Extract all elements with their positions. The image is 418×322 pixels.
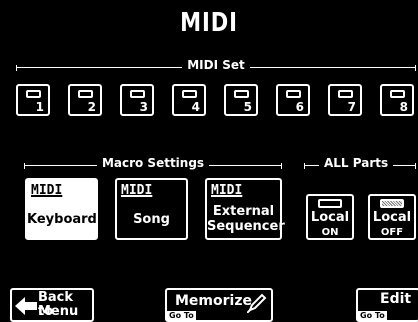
midi-set-button-8[interactable]: 8	[380, 84, 414, 116]
midi-set-number: 6	[295, 100, 304, 114]
memorize-button[interactable]: Memorize Go To	[165, 288, 273, 322]
macro-button-label: Keyboard	[27, 212, 97, 227]
midi-set-number: 7	[347, 100, 356, 114]
midi-set-button-5[interactable]: 5	[224, 84, 258, 116]
led-indicator	[234, 90, 249, 98]
local-on-label: Local ON	[308, 211, 352, 239]
memorize-label: Memorize	[175, 293, 252, 309]
midi-set-button-4[interactable]: 4	[172, 84, 206, 116]
led-indicator	[26, 90, 41, 98]
macro-settings-header: Macro Settings	[24, 156, 283, 170]
page-title: MIDI	[180, 8, 238, 38]
macro-external-sequencer-button[interactable]: MIDI External Sequencer	[205, 178, 285, 240]
led-indicator	[182, 90, 197, 98]
pencil-icon	[247, 293, 267, 313]
local-on-line1: Local	[310, 210, 350, 225]
local-off-label: Local OFF	[370, 211, 414, 239]
local-on-button[interactable]: Local ON	[306, 194, 354, 240]
midi-set-label: MIDI Set	[187, 58, 245, 72]
midi-set-number: 1	[35, 100, 44, 114]
midi-logo-icon: MIDI	[211, 183, 243, 198]
macro-keyboard-button[interactable]: MIDI Keyboard	[25, 178, 98, 240]
edit-label: Edit	[380, 291, 412, 307]
local-on-line2: ON	[321, 227, 339, 238]
midi-set-number: 8	[399, 100, 408, 114]
led-indicator	[78, 90, 93, 98]
led-indicator	[130, 90, 145, 98]
macro-button-label: External Sequencer	[207, 204, 285, 234]
led-indicator	[390, 90, 405, 98]
led-indicator	[380, 199, 404, 208]
edit-button[interactable]: Edit Go To	[356, 288, 418, 322]
macro-settings-label: Macro Settings	[101, 156, 205, 170]
memorize-goto-label: Go To	[167, 311, 196, 320]
edit-goto-label: Go To	[358, 311, 387, 320]
all-parts-label: ALL Parts	[324, 156, 389, 170]
back-to-menu-button[interactable]: Back to Menu	[10, 288, 94, 322]
midi-set-button-7[interactable]: 7	[328, 84, 362, 116]
macro-song-button[interactable]: MIDI Song	[115, 178, 188, 240]
local-off-line2: OFF	[380, 227, 404, 238]
midi-logo-icon: MIDI	[31, 183, 63, 198]
midi-set-number: 2	[87, 100, 96, 114]
midi-set-button-6[interactable]: 6	[276, 84, 310, 116]
led-indicator	[318, 199, 342, 208]
midi-set-number: 5	[243, 100, 252, 114]
led-indicator	[286, 90, 301, 98]
midi-set-button-3[interactable]: 3	[120, 84, 154, 116]
local-off-button[interactable]: Local OFF	[368, 194, 416, 240]
arrow-left-icon	[15, 297, 37, 315]
midi-set-button-2[interactable]: 2	[68, 84, 102, 116]
macro-button-label-line2: Sequencer	[207, 219, 285, 234]
midi-set-number: 3	[139, 100, 148, 114]
midi-set-button-1[interactable]: 1	[16, 84, 50, 116]
midi-logo-icon: MIDI	[121, 183, 153, 198]
macro-button-label: Song	[133, 212, 170, 227]
midi-set-number: 4	[191, 100, 200, 114]
all-parts-header: ALL Parts	[304, 156, 416, 170]
local-off-line1: Local	[372, 210, 412, 225]
midi-set-header: MIDI Set	[16, 58, 416, 72]
back-label-line2: Menu	[38, 304, 79, 319]
led-indicator	[338, 90, 353, 98]
macro-button-label-line1: External	[212, 204, 275, 219]
